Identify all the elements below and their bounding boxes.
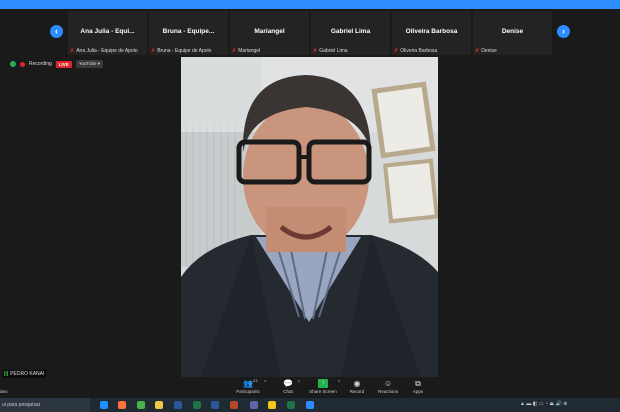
share-screen-label: Share Screen (309, 389, 337, 394)
apps-button[interactable]: ⧉ Apps (401, 379, 435, 394)
participant-name: Gabriel Lima (330, 28, 371, 35)
file-explorer-icon[interactable] (155, 401, 163, 409)
participant-label-text: Denise (481, 48, 497, 54)
reactions-label: Reactions (377, 389, 398, 394)
firefox-icon[interactable] (118, 401, 126, 409)
word-icon[interactable] (211, 401, 219, 409)
participant-label-text: Bruna - Equipe de Apoio (157, 48, 212, 54)
shield-icon[interactable] (10, 61, 16, 67)
participant-tile[interactable]: Ana Julia - Equi... ✗ Ana Julia - Equipe … (68, 11, 147, 55)
muted-mic-icon: ✗ (70, 48, 75, 54)
muted-mic-icon: ✗ (313, 48, 318, 54)
reactions-button[interactable]: ☺ Reactions (371, 379, 405, 394)
apps-label: Apps (412, 389, 424, 394)
speaker-name: PEDRO KANAI (10, 371, 45, 377)
window-title-bar (0, 0, 620, 9)
participant-label: ✗ Mariangel (232, 48, 307, 54)
participants-icon: 👥 (243, 379, 253, 388)
live-badge[interactable]: LIVE (55, 60, 72, 68)
record-button[interactable]: ◉ Record (340, 379, 374, 394)
meeting-toolbar: 👥 Participants 23 ^ 💬 Chat ^ ↑ Share Scr… (0, 378, 620, 398)
share-screen-button[interactable]: ↑ Share Screen (306, 379, 340, 394)
participants-label: Participants (236, 389, 260, 394)
record-dot-icon (20, 61, 25, 67)
record-icon: ◉ (353, 379, 361, 388)
participant-label: ✗ Oliveira Barbosa (394, 48, 469, 54)
edge-icon[interactable] (100, 401, 108, 409)
windows-taskbar: ui para pesquisar ▲ ▬ ◧ ▭ ◔ ⏏ 🔊 ⊕ (0, 398, 620, 412)
muted-mic-icon: ✗ (394, 48, 399, 54)
participant-label-text: Ana Julia - Equipe de Apoio (76, 48, 138, 54)
participants-count: 23 (253, 378, 258, 383)
participant-label: ✗ Bruna - Equipe de Apoio (151, 48, 226, 54)
participant-name: Oliveira Barbosa (405, 28, 458, 35)
powerpoint-icon[interactable] (230, 401, 238, 409)
participant-label-text: Gabriel Lima (319, 48, 348, 54)
audio-level-icon: ||| (4, 371, 9, 377)
zoom-icon[interactable] (306, 401, 314, 409)
taskbar-search-placeholder: ui para pesquisar (2, 402, 41, 408)
participants-button[interactable]: 👥 Participants (231, 379, 265, 394)
share-screen-icon: ↑ (318, 379, 328, 388)
chevron-left-icon[interactable]: ‹ (50, 25, 63, 38)
muted-mic-icon: ✗ (151, 48, 156, 54)
reactions-icon: ☺ (383, 379, 393, 388)
chrome-icon[interactable] (137, 401, 145, 409)
app-icon[interactable] (268, 401, 276, 409)
participant-tile[interactable]: Mariangel ✗ Mariangel (230, 11, 309, 55)
word-icon[interactable] (174, 401, 182, 409)
apps-icon: ⧉ (415, 379, 421, 388)
excel-icon[interactable] (287, 401, 295, 409)
muted-mic-icon: ✗ (232, 48, 237, 54)
recording-label: Recording (29, 61, 52, 67)
participant-tile[interactable]: Denise ✗ Denise (473, 11, 552, 55)
participant-label: ✗ Denise (475, 48, 550, 54)
youtube-label: YouTube (78, 61, 97, 66)
muted-mic-icon: ✗ (475, 48, 480, 54)
chat-icon: 💬 (283, 379, 293, 388)
participant-label-text: Mariangel (238, 48, 261, 54)
participant-tile[interactable]: Oliveira Barbosa ✗ Oliveira Barbosa (392, 11, 471, 55)
participant-name: Bruna - Equipe... (162, 28, 215, 35)
record-label: Record (349, 389, 365, 394)
chevron-right-icon[interactable]: › (557, 25, 570, 38)
participant-name: Denise (501, 28, 524, 35)
chevron-up-icon[interactable]: ^ (298, 380, 300, 386)
youtube-dropdown[interactable]: YouTube ▾ (75, 60, 104, 68)
participant-name: Mariangel (254, 28, 285, 35)
chevron-up-icon[interactable]: ^ (264, 380, 266, 386)
speaker-name-label: ||| PEDRO KANAI (2, 370, 47, 378)
excel-icon[interactable] (193, 401, 201, 409)
system-tray-icons[interactable]: ▲ ▬ ◧ ▭ ◔ ⏏ 🔊 ⊕ (520, 401, 567, 407)
participant-tile[interactable]: Gabriel Lima ✗ Gabriel Lima (311, 11, 390, 55)
participant-tile[interactable]: Bruna - Equipe... ✗ Bruna - Equipe de Apo… (149, 11, 228, 55)
participant-label: ✗ Ana Julia - Equipe de Apoio (70, 48, 145, 54)
speaker-video-image (181, 57, 438, 377)
meeting-status-bar: Recording LIVE YouTube ▾ (10, 60, 104, 68)
participant-name: Ana Julia - Equi... (80, 28, 135, 35)
chat-label: Chat (283, 389, 293, 394)
participant-label: ✗ Gabriel Lima (313, 48, 388, 54)
participant-label-text: Oliveira Barbosa (400, 48, 438, 54)
taskbar-search-input[interactable]: ui para pesquisar (0, 398, 90, 412)
teams-icon[interactable] (250, 401, 258, 409)
active-speaker-video (181, 57, 438, 377)
video-button-label[interactable]: deo (0, 389, 8, 394)
